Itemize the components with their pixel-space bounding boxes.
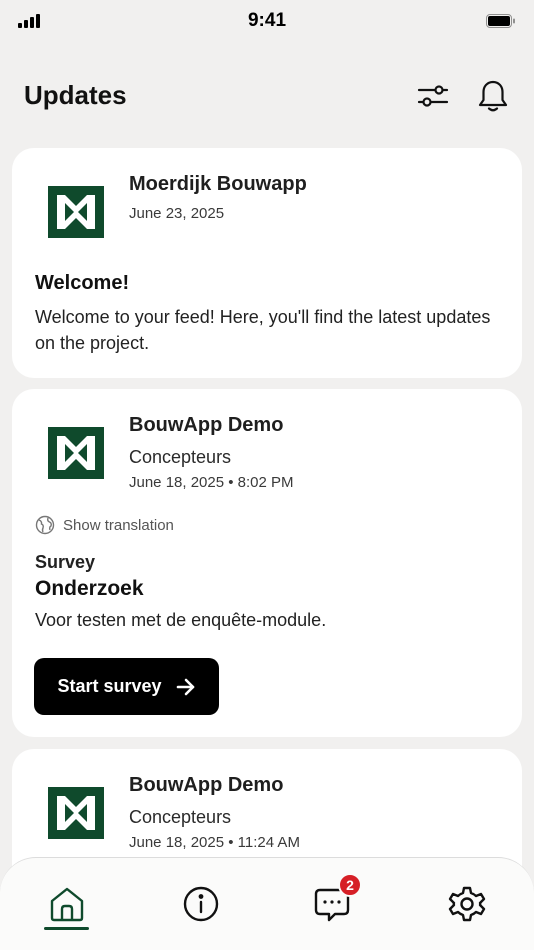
gear-icon: [448, 886, 486, 922]
globe-icon: [35, 515, 55, 535]
post-organization: Concepteurs: [129, 447, 232, 467]
post-author: BouwApp Demo: [129, 774, 284, 796]
post-type: Survey: [35, 552, 96, 572]
post-date: June 23, 2025: [129, 205, 225, 222]
filter-sliders-icon: [417, 85, 449, 107]
start-survey-button[interactable]: Start survey: [34, 658, 219, 715]
messages-count-badge: 2: [338, 873, 362, 897]
bouwapp-logo-icon: [48, 427, 104, 479]
show-translation-label: Show translation: [63, 516, 174, 534]
status-time: 9:41: [247, 10, 287, 31]
show-translation-link[interactable]: Show translation: [35, 515, 174, 535]
info-icon: [183, 886, 219, 922]
active-tab-indicator: [44, 927, 89, 930]
tab-home[interactable]: [43, 880, 91, 928]
post-title: Welcome!: [35, 272, 130, 294]
bouwapp-logo-icon: [48, 787, 104, 839]
status-bar: 9:41: [0, 0, 534, 44]
post-body: Welcome to your feed! Here, you'll find …: [35, 307, 491, 353]
filter-button[interactable]: [415, 78, 451, 114]
post-organization: Concepteurs: [129, 807, 232, 827]
post-date: June 18, 2025 • 11:24 AM: [129, 834, 300, 851]
tab-info[interactable]: [177, 880, 225, 928]
start-survey-label: Start survey: [57, 676, 162, 696]
post-author: Moerdijk Bouwapp: [129, 173, 307, 195]
arrow-right-icon: [176, 678, 194, 695]
post-date: June 18, 2025 • 8:02 PM: [129, 474, 294, 491]
feed-card[interactable]: BouwApp Demo Concepteurs June 18, 2025 •…: [12, 389, 522, 737]
battery-icon: [486, 14, 516, 28]
post-title: Onderzoek: [35, 577, 144, 600]
tab-settings[interactable]: [443, 880, 491, 928]
bouwapp-logo-icon: [48, 186, 104, 238]
feed-card[interactable]: Moerdijk Bouwapp June 23, 2025 Welcome! …: [12, 148, 522, 378]
bell-icon: [478, 80, 508, 112]
tab-bar: 2: [0, 857, 534, 950]
page-title: Updates: [24, 80, 127, 110]
home-icon: [50, 887, 84, 922]
post-body: Voor testen met de enquête-module.: [35, 610, 327, 630]
notifications-button[interactable]: [475, 78, 511, 114]
post-author: BouwApp Demo: [129, 414, 284, 436]
